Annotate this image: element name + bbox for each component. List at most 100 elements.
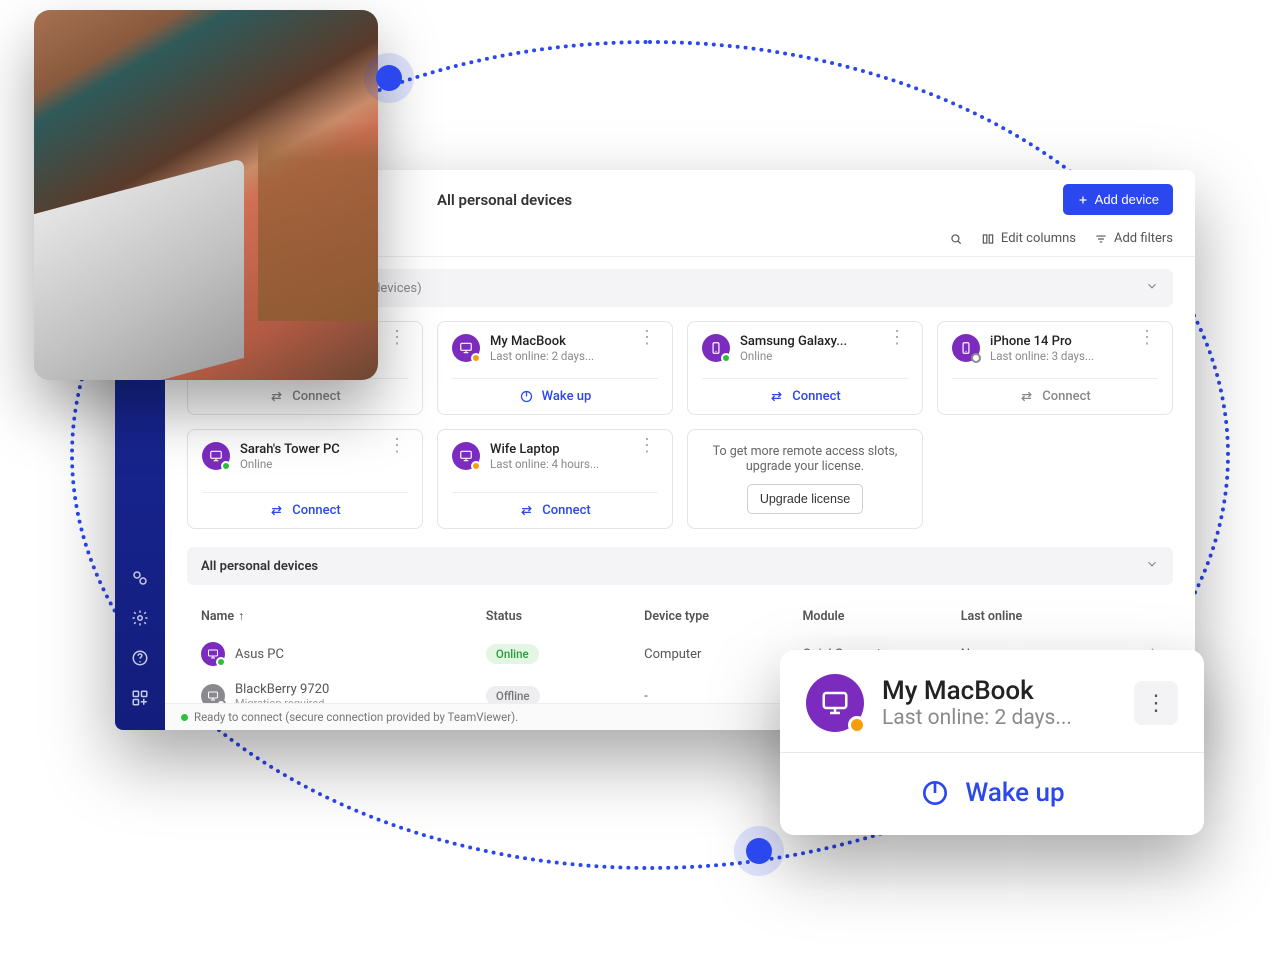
- table-header: Name↑ Status Device type Module Last onl…: [187, 599, 1173, 634]
- device-card[interactable]: Samsung Galaxy... Online ⋮ Connect: [687, 321, 923, 415]
- status-badge: Online: [486, 644, 539, 664]
- connect-button[interactable]: Connect: [452, 492, 658, 528]
- device-icon: [702, 334, 730, 362]
- device-grid-row2: Sarah's Tower PC Online ⋮ Connect Wife L…: [187, 429, 1173, 529]
- wake-up-button[interactable]: Wake up: [806, 773, 1178, 815]
- col-type[interactable]: Device type: [644, 609, 802, 624]
- device-name: iPhone 14 Pro: [990, 334, 1126, 349]
- status-dot: [221, 461, 231, 471]
- decor-dot-bottom: [746, 838, 772, 864]
- col-status[interactable]: Status: [486, 609, 644, 624]
- device-icon: [806, 674, 864, 732]
- device-card[interactable]: iPhone 14 Pro Last online: 3 days... ⋮ C…: [937, 321, 1173, 415]
- action-label: Connect: [542, 503, 590, 518]
- device-card[interactable]: Wife Laptop Last online: 4 hours... ⋮ Co…: [437, 429, 673, 529]
- status-dot: [971, 353, 981, 363]
- device-subtitle: Online: [740, 349, 876, 363]
- sidebar-help-icon[interactable]: [124, 642, 156, 674]
- sidebar-apps-icon[interactable]: [124, 682, 156, 714]
- popover-title: My MacBook: [882, 676, 1116, 706]
- swap-icon: [769, 389, 784, 404]
- device-icon: [201, 642, 225, 666]
- hero-photo: [34, 10, 378, 380]
- status-dot: [471, 353, 481, 363]
- status-dot: [216, 699, 226, 703]
- action-label: Connect: [292, 389, 340, 404]
- device-name: Wife Laptop: [490, 442, 626, 457]
- col-name[interactable]: Name↑: [201, 609, 486, 624]
- device-icon: [202, 442, 230, 470]
- row-name: Asus PC: [235, 647, 284, 662]
- device-card[interactable]: My MacBook Last online: 2 days... ⋮ Wake…: [437, 321, 673, 415]
- device-name: Sarah's Tower PC: [240, 442, 376, 457]
- edit-columns-button[interactable]: Edit columns: [981, 231, 1076, 246]
- col-last[interactable]: Last online: [961, 609, 1119, 624]
- row-type: -: [644, 689, 802, 704]
- columns-icon: [981, 232, 995, 246]
- upgrade-text: To get more remote access slots, upgrade…: [702, 444, 908, 474]
- device-icon: [452, 442, 480, 470]
- power-icon: [519, 389, 534, 404]
- status-dot: [721, 353, 731, 363]
- connect-button[interactable]: Connect: [702, 378, 908, 414]
- add-filters-label: Add filters: [1114, 231, 1173, 246]
- wake up-button[interactable]: Wake up: [452, 378, 658, 414]
- row-name: BlackBerry 9720: [235, 682, 329, 697]
- add-device-label: Add device: [1095, 192, 1159, 207]
- connect-button[interactable]: Connect: [202, 492, 408, 528]
- section-all-devices[interactable]: All personal devices: [187, 547, 1173, 585]
- swap-icon: [269, 389, 284, 404]
- status-dot: [471, 461, 481, 471]
- upgrade-license-button[interactable]: Upgrade license: [747, 484, 863, 514]
- action-label: Connect: [792, 389, 840, 404]
- device-popover: My MacBook Last online: 2 days... ⋮ Wake…: [780, 650, 1204, 835]
- row-type: Computer: [644, 647, 802, 662]
- device-icon: [201, 684, 225, 703]
- search-button[interactable]: [949, 232, 963, 246]
- status-badge: Offline: [486, 686, 540, 703]
- action-label: Wake up: [542, 389, 592, 404]
- add-filters-button[interactable]: Add filters: [1094, 231, 1173, 246]
- upgrade-card: To get more remote access slots, upgrade…: [687, 429, 923, 529]
- device-subtitle: Last online: 3 days...: [990, 349, 1126, 363]
- action-label: Connect: [292, 503, 340, 518]
- connect-button[interactable]: Connect: [202, 378, 408, 414]
- wake-up-label: Wake up: [965, 778, 1064, 808]
- chevron-down-icon: [1145, 557, 1159, 575]
- status-text: Ready to connect (secure connection prov…: [194, 710, 518, 724]
- device-subtitle: Last online: 2 days...: [490, 349, 626, 363]
- popover-menu-button[interactable]: ⋮: [1134, 681, 1178, 725]
- search-icon: [949, 232, 963, 246]
- decor-dot-top: [376, 65, 402, 91]
- filter-icon: [1094, 232, 1108, 246]
- status-dot: [216, 657, 226, 667]
- col-module[interactable]: Module: [802, 609, 960, 624]
- device-name: My MacBook: [490, 334, 626, 349]
- page-title: All personal devices: [437, 191, 572, 209]
- device-subtitle: Online: [240, 457, 376, 471]
- device-subtitle: Last online: 4 hours...: [490, 457, 626, 471]
- swap-icon: [519, 503, 534, 518]
- sidebar-settings-icon[interactable]: [124, 602, 156, 634]
- sort-asc-icon: ↑: [238, 609, 244, 624]
- card-menu-button[interactable]: ⋮: [1136, 334, 1158, 342]
- swap-icon: [269, 503, 284, 518]
- card-menu-button[interactable]: ⋮: [386, 442, 408, 450]
- card-menu-button[interactable]: ⋮: [886, 334, 908, 342]
- card-menu-button[interactable]: ⋮: [386, 334, 408, 342]
- device-icon: [952, 334, 980, 362]
- add-device-button[interactable]: Add device: [1063, 184, 1173, 215]
- device-name: Samsung Galaxy...: [740, 334, 876, 349]
- device-icon: [452, 334, 480, 362]
- power-icon: [919, 777, 951, 809]
- swap-icon: [1019, 389, 1034, 404]
- connect-button[interactable]: Connect: [952, 378, 1158, 414]
- sidebar-link-icon[interactable]: [124, 562, 156, 594]
- section-all-title: All personal devices: [201, 559, 318, 574]
- action-label: Connect: [1042, 389, 1090, 404]
- card-menu-button[interactable]: ⋮: [636, 334, 658, 342]
- device-card[interactable]: Sarah's Tower PC Online ⋮ Connect: [187, 429, 423, 529]
- card-menu-button[interactable]: ⋮: [636, 442, 658, 450]
- plus-icon: [1077, 194, 1089, 206]
- popover-subtitle: Last online: 2 days...: [882, 706, 1116, 730]
